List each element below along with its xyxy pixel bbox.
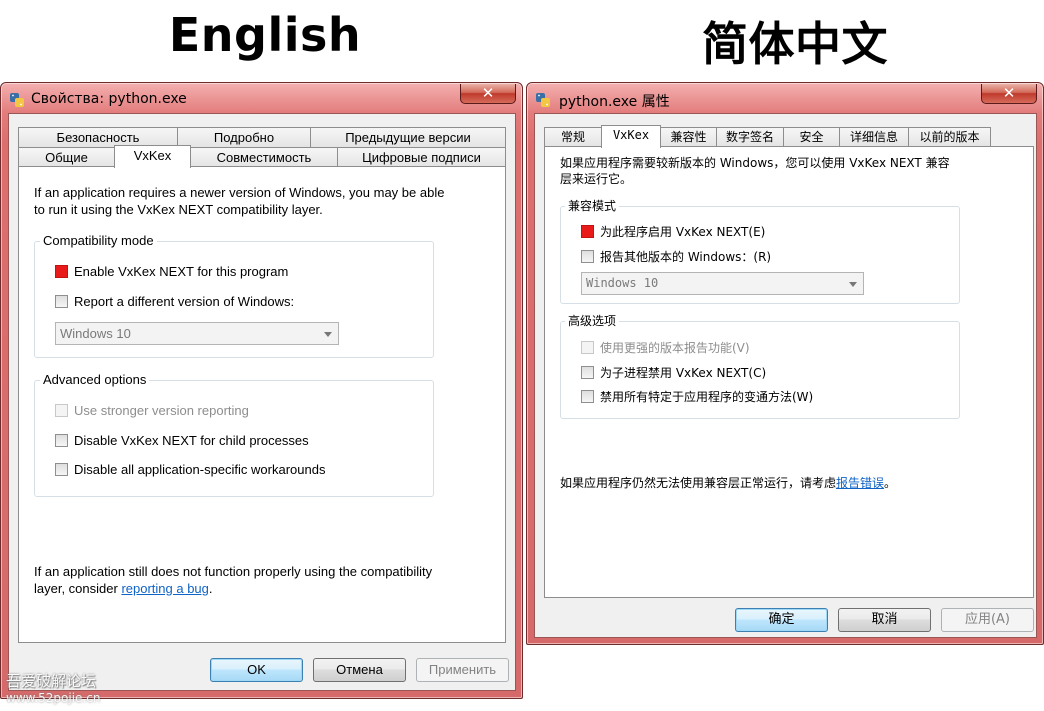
tab-security[interactable]: Безопасность bbox=[18, 127, 178, 147]
client-area: 常规 VxKex 兼容性 数字签名 安全 详细信息 以前的版本 如果应用程序需要… bbox=[534, 113, 1037, 638]
report-bug-link[interactable]: 报告错误 bbox=[836, 476, 884, 490]
footer-text-end: 。 bbox=[884, 476, 897, 490]
window-title: Свойства: python.exe bbox=[31, 91, 187, 107]
footer-text-body: If an application still does not functio… bbox=[34, 564, 433, 596]
checkbox-label: 为此程序启用 VxKex NEXT(E) bbox=[600, 225, 766, 239]
report-bug-link[interactable]: reporting a bug bbox=[121, 581, 208, 596]
report-version-checkbox[interactable]: 报告其他版本的 Windows：(R) bbox=[581, 248, 771, 265]
tab-digital-signatures[interactable]: Цифровые подписи bbox=[337, 147, 506, 167]
checkbox-box[interactable] bbox=[581, 250, 594, 263]
checkbox-label: 禁用所有特定于应用程序的变通方法(W) bbox=[600, 390, 814, 404]
cancel-button[interactable]: 取消 bbox=[838, 608, 931, 632]
checkbox-label: 报告其他版本的 Windows：(R) bbox=[600, 250, 772, 264]
apply-button[interactable]: Применить bbox=[416, 658, 509, 682]
tab-vxkex[interactable]: VxKex bbox=[601, 125, 661, 148]
watermark-url: www.52pojie.cn bbox=[6, 691, 101, 705]
compat-mode-group: Compatibility mode Enable VxKex NEXT for… bbox=[34, 233, 434, 358]
compat-mode-group: 兼容模式 为此程序启用 VxKex NEXT(E) 报告其他版本的 Window… bbox=[560, 198, 960, 304]
tab-digital-signatures[interactable]: 数字签名 bbox=[716, 127, 784, 147]
properties-window-chinese: python.exe 属性 ✕ 常规 VxKex 兼容性 数字签名 安全 详细信… bbox=[526, 82, 1044, 645]
close-button[interactable]: ✕ bbox=[460, 84, 516, 104]
enable-vxkex-checkbox[interactable]: Enable VxKex NEXT for this program bbox=[55, 264, 288, 279]
checkbox-box[interactable] bbox=[581, 390, 594, 403]
checkbox-box[interactable] bbox=[581, 366, 594, 379]
checkbox-box[interactable] bbox=[55, 434, 68, 447]
disable-child-checkbox[interactable]: 为子进程禁用 VxKex NEXT(C) bbox=[581, 364, 766, 381]
checkbox-label: Report a different version of Windows: bbox=[74, 294, 295, 309]
checkbox-box[interactable] bbox=[581, 341, 594, 354]
checkbox-label: 使用更强的版本报告功能(V) bbox=[600, 341, 750, 355]
tab-previous-versions[interactable]: Предыдущие версии bbox=[310, 127, 506, 147]
heading-chinese: 简体中文 bbox=[702, 17, 888, 71]
chevron-down-icon bbox=[324, 332, 332, 337]
tab-panel-vxkex: 如果应用程序需要较新版本的 Windows，您可以使用 VxKex NEXT 兼… bbox=[544, 146, 1034, 598]
select-value: Windows 10 bbox=[60, 326, 131, 341]
checkbox-box[interactable] bbox=[55, 295, 68, 308]
tab-panel-vxkex: If an application requires a newer versi… bbox=[18, 166, 506, 643]
disable-workarounds-checkbox[interactable]: 禁用所有特定于应用程序的变通方法(W) bbox=[581, 388, 813, 405]
tab-vxkex[interactable]: VxKex bbox=[114, 145, 191, 168]
disable-child-checkbox[interactable]: Disable VxKex NEXT for child processes bbox=[55, 433, 309, 448]
tab-general[interactable]: Общие bbox=[18, 147, 115, 167]
checkbox-box[interactable] bbox=[55, 404, 68, 417]
checkbox-box[interactable] bbox=[55, 265, 68, 278]
footer-text: If an application still does not functio… bbox=[34, 563, 434, 597]
windows-version-select[interactable]: Windows 10 bbox=[55, 322, 339, 345]
python-icon bbox=[10, 93, 24, 107]
ok-button[interactable]: OK bbox=[210, 658, 303, 682]
checkbox-box[interactable] bbox=[581, 225, 594, 238]
chevron-down-icon bbox=[849, 282, 857, 287]
checkbox-box[interactable] bbox=[55, 463, 68, 476]
window-title: python.exe 属性 bbox=[559, 94, 670, 110]
group-label: Advanced options bbox=[40, 372, 150, 388]
watermark-text: 吾爱破解论坛 bbox=[6, 672, 97, 690]
group-label: 高级选项 bbox=[565, 313, 620, 329]
apply-button[interactable]: 应用(A) bbox=[941, 608, 1034, 632]
checkbox-label: Disable VxKex NEXT for child processes bbox=[74, 433, 309, 448]
checkbox-label: Use stronger version reporting bbox=[74, 403, 249, 418]
python-icon bbox=[536, 93, 550, 107]
advanced-options-group: 高级选项 使用更强的版本报告功能(V) 为子进程禁用 VxKex NEXT(C)… bbox=[560, 313, 960, 419]
tab-security[interactable]: 安全 bbox=[783, 127, 840, 147]
group-label: 兼容模式 bbox=[565, 198, 620, 214]
tab-general[interactable]: 常规 bbox=[544, 127, 602, 147]
close-icon: ✕ bbox=[1002, 84, 1016, 102]
advanced-options-group: Advanced options Use stronger version re… bbox=[34, 372, 434, 497]
heading-english: English bbox=[168, 8, 362, 62]
select-value: Windows 10 bbox=[586, 276, 659, 290]
checkbox-label: 为子进程禁用 VxKex NEXT(C) bbox=[600, 366, 767, 380]
close-icon: ✕ bbox=[481, 84, 495, 102]
title-bar[interactable]: python.exe 属性 ✕ bbox=[527, 83, 1043, 115]
cancel-button[interactable]: Отмена bbox=[313, 658, 406, 682]
stronger-reporting-checkbox[interactable]: Use stronger version reporting bbox=[55, 403, 249, 418]
report-version-checkbox[interactable]: Report a different version of Windows: bbox=[55, 294, 294, 309]
close-button[interactable]: ✕ bbox=[981, 84, 1037, 104]
checkbox-label: Disable all application-specific workaro… bbox=[74, 462, 326, 477]
properties-window-english: Свойства: python.exe ✕ Безопасность Подр… bbox=[0, 82, 523, 699]
stronger-reporting-checkbox[interactable]: 使用更强的版本报告功能(V) bbox=[581, 339, 750, 356]
tab-compatibility[interactable]: Совместимость bbox=[190, 147, 338, 167]
footer-text: 如果应用程序仍然无法使用兼容层正常运行，请考虑报告错误。 bbox=[560, 475, 1020, 492]
windows-version-select[interactable]: Windows 10 bbox=[581, 272, 864, 295]
tab-details[interactable]: Подробно bbox=[177, 127, 311, 147]
tab-compatibility[interactable]: 兼容性 bbox=[660, 127, 717, 147]
intro-text: 如果应用程序需要较新版本的 Windows，您可以使用 VxKex NEXT 兼… bbox=[560, 156, 950, 186]
footer-text-body: 如果应用程序仍然无法使用兼容层正常运行，请考虑 bbox=[560, 476, 837, 490]
tab-previous-versions[interactable]: 以前的版本 bbox=[908, 127, 991, 147]
disable-workarounds-checkbox[interactable]: Disable all application-specific workaro… bbox=[55, 462, 325, 477]
intro-text: If an application requires a newer versi… bbox=[34, 185, 445, 217]
footer-text-end: . bbox=[208, 581, 213, 596]
tab-details[interactable]: 详细信息 bbox=[839, 127, 909, 147]
ok-button[interactable]: 确定 bbox=[735, 608, 828, 632]
enable-vxkex-checkbox[interactable]: 为此程序启用 VxKex NEXT(E) bbox=[581, 223, 765, 240]
checkbox-label: Enable VxKex NEXT for this program bbox=[74, 264, 289, 279]
title-bar[interactable]: Свойства: python.exe ✕ bbox=[1, 83, 522, 115]
client-area: Безопасность Подробно Предыдущие версии … bbox=[8, 113, 516, 691]
group-label: Compatibility mode bbox=[40, 233, 157, 249]
